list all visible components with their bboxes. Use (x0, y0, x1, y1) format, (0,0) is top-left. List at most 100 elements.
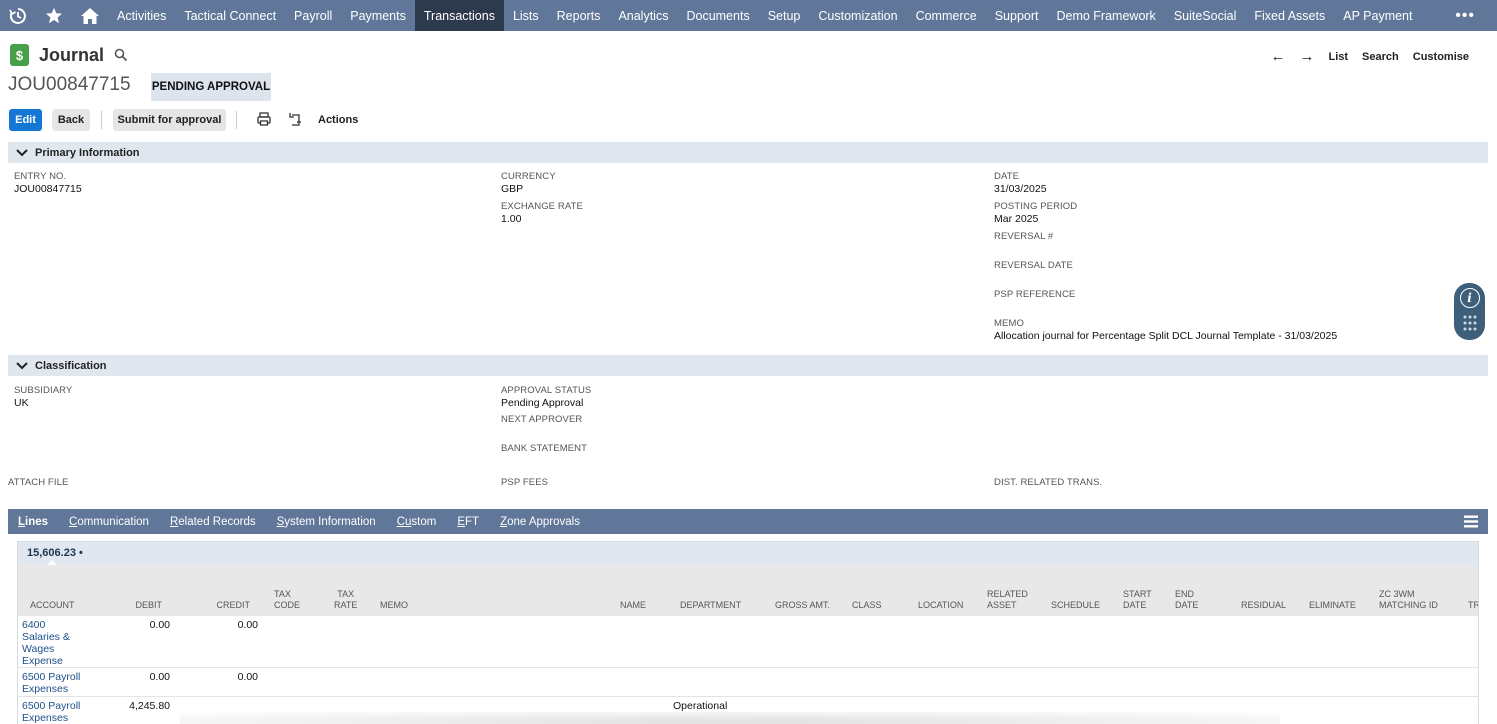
date-field: DATE 31/03/2025 (994, 171, 1047, 195)
home-icon[interactable] (72, 0, 108, 31)
column-header-end-date[interactable]: END DATE (1175, 589, 1198, 611)
posting-period-field: POSTING PERIOD Mar 2025 (994, 201, 1078, 225)
nav-item-support[interactable]: Support (986, 0, 1048, 31)
record-type-title: Journal (39, 44, 105, 65)
nav-item-payroll[interactable]: Payroll (285, 0, 341, 31)
column-header-residual[interactable]: RESIDUAL (1241, 600, 1286, 611)
customise-link[interactable]: Customise (1413, 51, 1469, 63)
reload-icon[interactable] (288, 111, 306, 129)
nav-item-documents[interactable]: Documents (677, 0, 758, 31)
nav-item-fixed-assets[interactable]: Fixed Assets (1245, 0, 1334, 31)
table-row[interactable]: 6500 Payroll Expenses 0.00 0.00 (18, 668, 1478, 697)
previous-record-arrow-icon[interactable]: ← (1270, 48, 1285, 65)
toolbar-divider (236, 111, 237, 129)
attach-file-field[interactable]: ATTACH FILE (8, 477, 68, 488)
subtab-system-information[interactable]: System Information (277, 516, 376, 528)
debit-cell: 0.00 (149, 671, 170, 683)
nav-item-reports[interactable]: Reports (548, 0, 610, 31)
info-icon[interactable]: i (1459, 288, 1480, 308)
entry-no-field: ENTRY NO. JOU00847715 (14, 171, 82, 195)
subtab-custom[interactable]: Custom (397, 516, 437, 528)
classification-header[interactable]: Classification (8, 355, 1488, 376)
table-row[interactable]: 6400 Salaries & Wages Expense 0.00 0.00 (18, 616, 1478, 668)
column-header-gross-amt[interactable]: GROSS AMT. (775, 600, 830, 611)
subtab-communication[interactable]: Communication (69, 516, 149, 528)
lines-total: 15,606.23 • (27, 547, 83, 559)
back-button[interactable]: Back (52, 109, 90, 131)
favorites-star-icon[interactable] (36, 0, 72, 31)
nav-item-suitesocial[interactable]: SuiteSocial (1165, 0, 1246, 31)
toolbar-divider (101, 111, 102, 129)
subtab-lines[interactable]: Lines (18, 516, 48, 528)
credit-cell: 0.00 (237, 671, 258, 683)
column-header-debit[interactable]: DEBIT (118, 600, 162, 611)
column-header-account[interactable]: ACCOUNT (30, 600, 75, 611)
account-link[interactable]: 6500 Payroll Expenses (22, 671, 80, 695)
print-icon[interactable] (256, 111, 274, 129)
edit-button[interactable]: Edit (9, 109, 42, 131)
record-id: JOU00847715 (8, 74, 131, 95)
column-header-credit[interactable]: CREDIT (206, 600, 251, 611)
nav-item-activities[interactable]: Activities (108, 0, 175, 31)
help-widget[interactable]: i (1454, 283, 1485, 340)
column-header-department[interactable]: DEPARTMENT (680, 600, 741, 611)
reversal-no-field: REVERSAL # (994, 231, 1054, 242)
subtab-label: elated Records (178, 515, 256, 528)
column-header-schedule[interactable]: SCHEDULE (1051, 600, 1100, 611)
dist-related-trans-field: DIST. RELATED TRANS. (994, 477, 1103, 488)
actions-menu[interactable]: Actions (318, 114, 358, 126)
subtab-label: ines (25, 515, 49, 528)
nav-item-ap-payment[interactable]: AP Payment (1334, 0, 1421, 31)
column-header-eliminate[interactable]: ELIMINATE (1309, 600, 1356, 611)
more-menu-icon[interactable]: ••• (1455, 0, 1475, 31)
record-nav-links: ← → List Search Customise (1270, 48, 1469, 65)
search-icon[interactable] (114, 48, 128, 62)
psp-fees-field: PSP FEES (501, 477, 549, 488)
subtab-label: ystem Information (284, 515, 376, 528)
column-header-memo[interactable]: MEMO (380, 600, 408, 611)
exchange-rate-field: EXCHANGE RATE 1.00 (501, 201, 583, 225)
drag-grid-icon[interactable] (1462, 314, 1478, 332)
section-title: Primary Information (35, 146, 140, 159)
nav-item-payments[interactable]: Payments (341, 0, 415, 31)
subsidiary-field: SUBSIDIARY UK (14, 385, 73, 409)
subtab-eft[interactable]: EFT (457, 516, 479, 528)
nav-item-tactical-connect[interactable]: Tactical Connect (175, 0, 285, 31)
recent-records-icon[interactable] (0, 0, 36, 31)
column-header-name[interactable]: NAME (620, 600, 646, 611)
nav-item-setup[interactable]: Setup (759, 0, 810, 31)
account-link[interactable]: 6500 Payroll Expenses (22, 700, 80, 724)
submit-for-approval-button[interactable]: Submit for approval (113, 109, 226, 131)
column-header-location[interactable]: LOCATION (918, 600, 963, 611)
subtab-bar: Lines Communication Related Records System … (8, 509, 1488, 534)
subtab-label: one Approvals (507, 515, 580, 528)
column-header-related-asset[interactable]: RELATED ASSET (987, 589, 1028, 611)
lines-sublist: 15,606.23 • ACCOUNT DEBIT CREDIT TAX CODE… (17, 541, 1479, 724)
account-link[interactable]: 6400 Salaries & Wages Expense (22, 619, 70, 667)
list-link[interactable]: List (1328, 51, 1348, 63)
nav-item-demo-framework[interactable]: Demo Framework (1047, 0, 1164, 31)
hamburger-menu-icon[interactable] (1464, 515, 1478, 528)
column-header-start-date[interactable]: START DATE (1123, 589, 1152, 611)
reversal-date-field: REVERSAL DATE (994, 260, 1073, 271)
column-header-tr[interactable]: TR (1468, 600, 1478, 611)
subtab-zone-approvals[interactable]: Zone Approvals (500, 516, 580, 528)
subtab-access-key: L (18, 515, 26, 528)
subtab-label: ommunication (77, 515, 149, 528)
column-header-tax-code[interactable]: TAX CODE (274, 589, 300, 611)
column-header-class[interactable]: CLASS (852, 600, 882, 611)
nav-item-commerce[interactable]: Commerce (907, 0, 986, 31)
nav-item-customization[interactable]: Customization (809, 0, 906, 31)
column-header-tax-rate[interactable]: TAX RATE (334, 589, 357, 611)
nav-item-lists[interactable]: Lists (504, 0, 548, 31)
journal-dollar-icon: $ (10, 44, 29, 66)
search-link[interactable]: Search (1362, 51, 1399, 63)
subtab-access-key: Cu (396, 515, 412, 528)
primary-information-header[interactable]: Primary Information (8, 142, 1488, 163)
psp-reference-field: PSP REFERENCE (994, 289, 1076, 300)
next-record-arrow-icon[interactable]: → (1299, 48, 1314, 65)
subtab-related-records[interactable]: Related Records (170, 516, 256, 528)
nav-item-transactions[interactable]: Transactions (414, 0, 504, 31)
nav-item-analytics[interactable]: Analytics (609, 0, 677, 31)
column-header-zc-3wm-matching-id[interactable]: ZC 3WM MATCHING ID (1379, 589, 1438, 611)
